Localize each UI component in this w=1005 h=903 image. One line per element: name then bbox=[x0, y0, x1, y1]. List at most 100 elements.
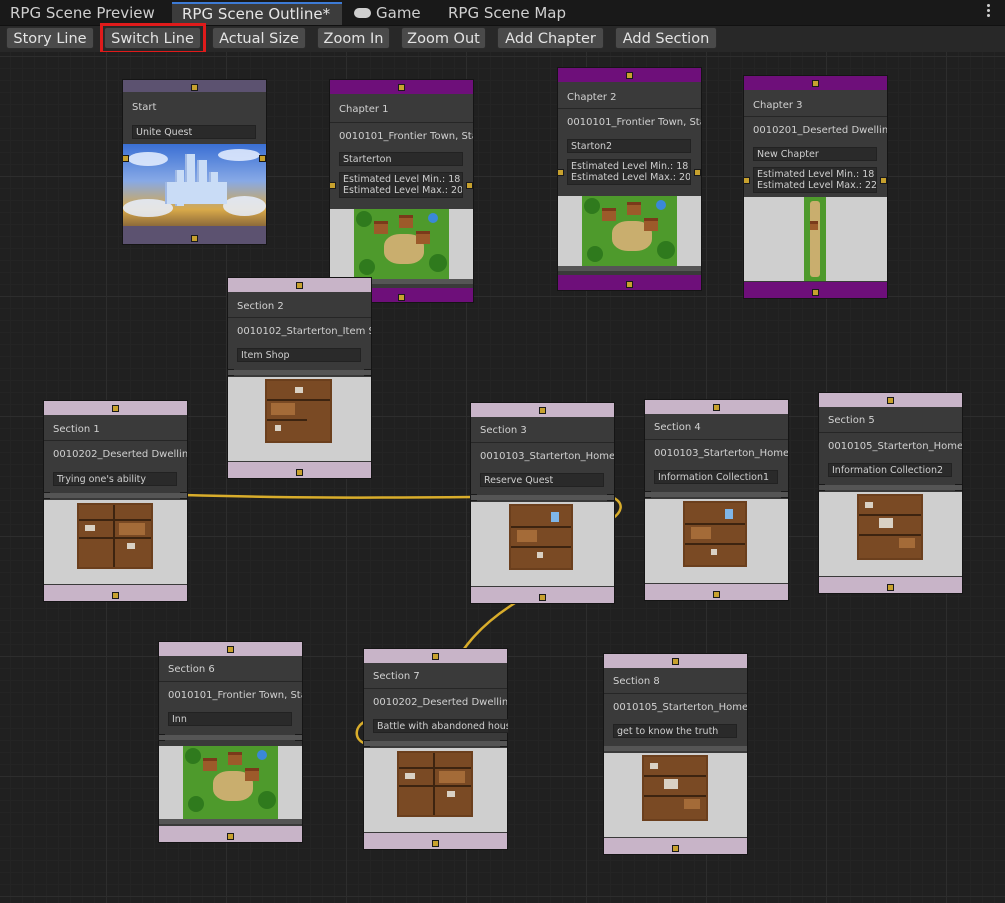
node-map-name: 0010103_Starterton_Home 1 bbox=[645, 439, 788, 467]
input-port[interactable] bbox=[812, 80, 819, 87]
node-name-field[interactable]: Unite Quest bbox=[132, 125, 256, 139]
node-name-field[interactable]: Battle with abandoned house boss bbox=[373, 719, 509, 733]
node-name-field[interactable]: Item Shop bbox=[237, 348, 361, 362]
node-map-name: 0010202_Deserted Dwelling_Inside bbox=[44, 440, 187, 468]
node-map-name: 0010201_Deserted Dwelling_Surroundings bbox=[744, 116, 887, 144]
level-range-field[interactable]: Estimated Level Min.: 18 Estimated Level… bbox=[753, 167, 877, 193]
output-port[interactable] bbox=[112, 592, 119, 599]
map-preview-image bbox=[819, 492, 962, 576]
node-title: Section 1 bbox=[53, 424, 100, 435]
map-preview-image bbox=[471, 502, 614, 586]
section-4-node[interactable]: Section 4 0010103_Starterton_Home 1 Info… bbox=[644, 400, 788, 600]
input-port[interactable] bbox=[112, 405, 119, 412]
input-port[interactable] bbox=[672, 658, 679, 665]
node-divider bbox=[604, 746, 747, 751]
output-port[interactable] bbox=[626, 281, 633, 288]
node-name-field[interactable]: Starton2 bbox=[567, 139, 691, 153]
input-port[interactable] bbox=[713, 404, 720, 411]
node-title: Section 6 bbox=[168, 664, 215, 675]
level-min: Estimated Level Min.: 18 bbox=[571, 161, 689, 172]
output-port[interactable] bbox=[296, 469, 303, 476]
section-1-node[interactable]: Section 1 0010202_Deserted Dwelling_Insi… bbox=[43, 401, 187, 601]
output-port[interactable] bbox=[713, 591, 720, 598]
node-divider bbox=[228, 370, 371, 375]
node-divider bbox=[159, 819, 302, 824]
left-port[interactable] bbox=[329, 182, 336, 189]
section-5-node[interactable]: Section 5 0010105_Starterton_Home 3 Info… bbox=[818, 393, 962, 593]
map-preview-image bbox=[744, 197, 887, 281]
node-title: Section 8 bbox=[613, 676, 660, 687]
output-port[interactable] bbox=[398, 294, 405, 301]
input-port[interactable] bbox=[432, 653, 439, 660]
node-map-name: 0010202_Deserted Dwelling_Inside bbox=[364, 688, 507, 716]
level-max: Estimated Level Max.: 22 bbox=[757, 180, 877, 191]
input-port[interactable] bbox=[398, 84, 405, 91]
map-preview-image bbox=[604, 753, 747, 837]
section-6-node[interactable]: Section 6 0010101_Frontier Town, Starter… bbox=[158, 642, 302, 842]
node-name-field[interactable]: Information Collection1 bbox=[654, 470, 778, 484]
node-name-field[interactable]: get to know the truth bbox=[613, 724, 737, 738]
chapter-2-node[interactable]: Chapter 2 0010101_Frontier Town, Starter… bbox=[557, 68, 701, 290]
node-title: Chapter 3 bbox=[753, 100, 803, 111]
level-range-field[interactable]: Estimated Level Min.: 18 Estimated Level… bbox=[567, 159, 691, 185]
section-3-node[interactable]: Section 3 0010103_Starterton_Home 1 Rese… bbox=[470, 403, 614, 603]
map-preview-image bbox=[123, 144, 266, 226]
right-port[interactable] bbox=[880, 177, 887, 184]
node-name-field[interactable]: New Chapter bbox=[753, 147, 877, 161]
node-name-field[interactable]: Trying one's ability bbox=[53, 472, 177, 486]
node-map-name: 0010105_Starterton_Home 3 bbox=[819, 432, 962, 460]
output-port[interactable] bbox=[887, 584, 894, 591]
right-port[interactable] bbox=[259, 155, 266, 162]
input-port[interactable] bbox=[887, 397, 894, 404]
node-title: Chapter 2 bbox=[567, 92, 617, 103]
input-port[interactable] bbox=[296, 282, 303, 289]
output-port[interactable] bbox=[227, 833, 234, 840]
output-port[interactable] bbox=[432, 840, 439, 847]
chapter-1-node[interactable]: Chapter 1 0010101_Frontier Town, Starter… bbox=[329, 80, 473, 302]
left-port[interactable] bbox=[743, 177, 750, 184]
map-preview-image bbox=[228, 377, 371, 461]
input-port[interactable] bbox=[626, 72, 633, 79]
start-node[interactable]: Start Unite Quest bbox=[122, 80, 266, 244]
node-title: Section 5 bbox=[828, 415, 875, 426]
level-min: Estimated Level Min.: 18 bbox=[343, 174, 461, 185]
input-port[interactable] bbox=[227, 646, 234, 653]
node-map-name: 0010101_Frontier Town, Starterton bbox=[159, 681, 302, 709]
right-port[interactable] bbox=[466, 182, 473, 189]
level-range-field[interactable]: Estimated Level Min.: 18 Estimated Level… bbox=[339, 172, 463, 198]
wire-section1-section3 bbox=[182, 493, 475, 499]
level-max: Estimated Level Max.: 20 bbox=[571, 172, 691, 183]
input-port[interactable] bbox=[191, 84, 198, 91]
output-port[interactable] bbox=[672, 845, 679, 852]
node-map-name: 0010103_Starterton_Home 1 bbox=[471, 442, 614, 470]
node-name-field[interactable]: Starterton bbox=[339, 152, 463, 166]
node-divider bbox=[159, 735, 302, 740]
input-port[interactable] bbox=[539, 407, 546, 414]
output-port[interactable] bbox=[539, 594, 546, 601]
map-preview-image bbox=[558, 196, 701, 266]
map-preview-image bbox=[364, 748, 507, 832]
output-port[interactable] bbox=[191, 235, 198, 242]
node-divider bbox=[44, 493, 187, 498]
chapter-3-node[interactable]: Chapter 3 0010201_Deserted Dwelling_Surr… bbox=[743, 76, 887, 298]
map-preview-image bbox=[330, 209, 473, 279]
left-port[interactable] bbox=[122, 155, 129, 162]
node-divider bbox=[645, 492, 788, 497]
node-divider bbox=[364, 741, 507, 746]
node-name-field[interactable]: Inn bbox=[168, 712, 292, 726]
section-8-node[interactable]: Section 8 0010105_Starterton_Home 3 get … bbox=[604, 654, 747, 854]
level-min: Estimated Level Min.: 18 bbox=[757, 169, 875, 180]
node-title: Section 3 bbox=[480, 425, 527, 436]
node-map-name: 0010102_Starterton_Item Shop bbox=[228, 317, 371, 345]
node-divider bbox=[819, 485, 962, 490]
level-max: Estimated Level Max.: 20 bbox=[343, 185, 463, 196]
left-port[interactable] bbox=[557, 169, 564, 176]
node-divider bbox=[471, 495, 614, 500]
node-name-field[interactable]: Reserve Quest bbox=[480, 473, 604, 487]
node-map-name: 0010101_Frontier Town, Starterton bbox=[330, 122, 473, 150]
right-port[interactable] bbox=[694, 169, 701, 176]
output-port[interactable] bbox=[812, 289, 819, 296]
section-7-node[interactable]: Section 7 0010202_Deserted Dwelling_Insi… bbox=[363, 649, 509, 849]
section-2-node[interactable]: Section 2 0010102_Starterton_Item Shop I… bbox=[227, 278, 371, 478]
node-name-field[interactable]: Information Collection2 bbox=[828, 463, 952, 477]
